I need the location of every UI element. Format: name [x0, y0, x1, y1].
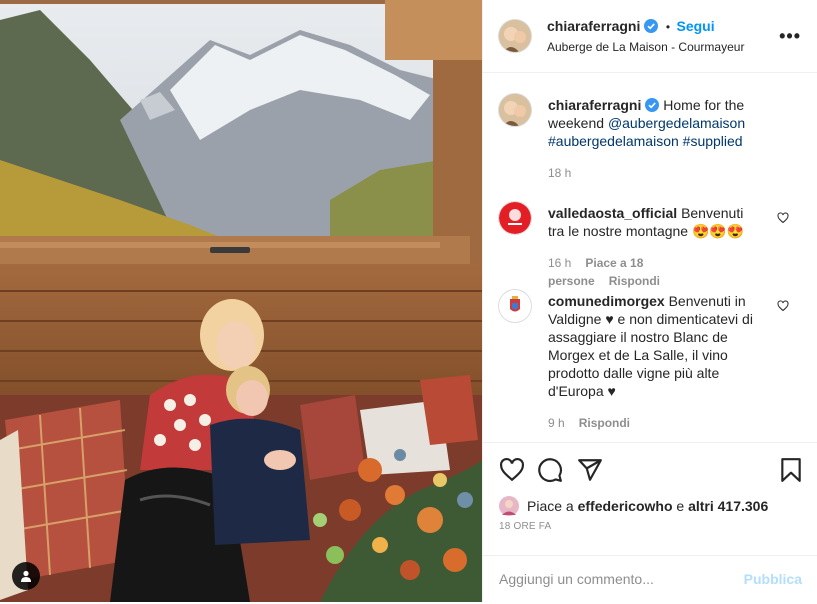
publish-button[interactable]: Pubblica [744, 571, 802, 587]
comment-avatar[interactable] [499, 290, 531, 322]
follow-button[interactable]: Segui [676, 18, 714, 34]
action-icons [497, 455, 804, 485]
comment-author[interactable]: valledaosta_official [548, 205, 677, 221]
caption-avatar-image [499, 94, 531, 126]
comment-avatar-image [499, 290, 531, 322]
instagram-post: chiaraferragni • Segui Auberge de La Mai… [0, 0, 817, 602]
likes-summary: Piace a effedericowho e altri 417.306 [499, 496, 768, 516]
bookmark-icon[interactable] [778, 457, 804, 483]
caption-hashtag[interactable]: #supplied [683, 133, 743, 149]
add-comment-bar: Aggiungi un commento... Pubblica [483, 555, 817, 604]
caption-hashtag[interactable]: #aubergedelamaison [548, 133, 679, 149]
separator-dot: • [665, 20, 671, 34]
comment-time[interactable]: 16 h [548, 256, 571, 270]
likes-middle: e [672, 498, 689, 514]
comment-text: comunedimorgex Benvenuti in Valdigne ♥ e… [548, 292, 763, 432]
comment-meta: 16 h Piace a 18 persone Rispondi [548, 254, 763, 290]
photo-illustration [0, 0, 482, 602]
post-location[interactable]: Auberge de La Maison - Courmayeur [547, 40, 744, 54]
likes-prefix: Piace a [527, 498, 578, 514]
comment-icon[interactable] [537, 457, 563, 483]
liker-avatar[interactable] [499, 496, 519, 516]
user-tag-icon [21, 570, 31, 582]
reply-button[interactable]: Rispondi [579, 416, 630, 430]
post-side-panel: chiaraferragni • Segui Auberge de La Mai… [482, 0, 817, 602]
caption-time[interactable]: 18 h [548, 166, 571, 180]
heart-icon[interactable] [777, 300, 789, 312]
verified-icon [644, 19, 659, 33]
comment-time[interactable]: 9 h [548, 416, 565, 430]
caption-author[interactable]: chiaraferragni [548, 97, 641, 113]
comment-author[interactable]: comunedimorgex [548, 293, 665, 309]
caption-mention[interactable]: @aubergedelamaison [608, 115, 745, 131]
post-time[interactable]: 18 ORE FA [499, 521, 551, 532]
reply-button[interactable]: Rispondi [609, 274, 660, 288]
likes-count[interactable]: altri 417.306 [688, 498, 768, 514]
heart-icon[interactable] [777, 212, 789, 224]
caption-meta: 18 h [548, 164, 763, 182]
comment-avatar[interactable] [499, 202, 531, 234]
post-photo[interactable] [0, 0, 482, 602]
comment-meta: 9 h Rispondi [548, 414, 763, 432]
author-avatar-image [499, 20, 531, 52]
post-header: chiaraferragni • Segui Auberge de La Mai… [483, 0, 817, 73]
comment-avatar-image [499, 202, 531, 234]
comment-input[interactable]: Aggiungi un commento... [499, 571, 654, 587]
caption-avatar[interactable] [499, 94, 531, 126]
author-avatar[interactable] [499, 20, 531, 52]
caption-text: chiaraferragni Home for the weekend @aub… [548, 96, 763, 182]
heart-icon[interactable] [499, 457, 525, 483]
author-username[interactable]: chiaraferragni [547, 18, 640, 34]
comment-text: valledaosta_official Benvenuti tra le no… [548, 204, 763, 290]
liked-by-user[interactable]: effedericowho [578, 498, 673, 514]
more-options-icon[interactable]: ••• [779, 26, 801, 47]
share-icon[interactable] [577, 457, 603, 483]
user-tag-button[interactable] [12, 562, 40, 590]
header-title-row: chiaraferragni • Segui [547, 18, 715, 36]
verified-icon [645, 98, 660, 112]
comments-section: chiaraferragni Home for the weekend @aub… [483, 72, 817, 442]
post-actions: Piace a effedericowho e altri 417.306 18… [483, 442, 817, 603]
